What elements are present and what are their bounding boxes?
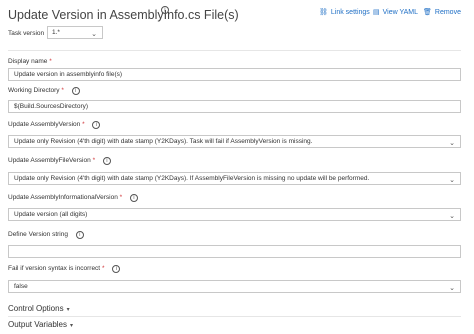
required-marker: *: [119, 194, 123, 201]
update-assembly-informational-version-label: Update AssemblyInformationalVersion *: [8, 194, 138, 202]
required-marker: *: [61, 87, 64, 94]
display-name-label-text: Display name: [8, 58, 48, 65]
update-assembly-file-version-label: Update AssemblyFileVersion *: [8, 157, 111, 165]
remove-label: Remove: [434, 9, 461, 16]
chevron-down-icon: ▾: [66, 306, 70, 313]
view-yaml-button[interactable]: ▤ View YAML: [373, 8, 418, 16]
info-icon[interactable]: [75, 231, 84, 239]
define-version-string-label-text: Define Version string: [8, 231, 68, 238]
define-version-string-label: Define Version string: [8, 231, 84, 239]
update-assembly-file-version-value: Update only Revision (4'th digit) with d…: [14, 175, 370, 182]
update-assembly-file-version-select[interactable]: Update only Revision (4'th digit) with d…: [8, 172, 461, 185]
required-marker: *: [82, 121, 85, 128]
fail-if-syntax-incorrect-select[interactable]: false ⌄: [8, 280, 461, 293]
update-assembly-informational-version-value: Update version (all digits): [14, 211, 88, 218]
task-version-select[interactable]: 1.* ⌄: [47, 26, 103, 39]
working-directory-label: Working Directory *: [8, 87, 80, 95]
chevron-down-icon: ⌄: [449, 139, 455, 147]
task-title: Update Version in AssemblyInfo.cs File(s…: [8, 8, 239, 22]
chevron-down-icon: ⌄: [91, 30, 97, 38]
fail-if-syntax-incorrect-label-text: Fail if version syntax is incorrect: [8, 265, 101, 272]
working-directory-input[interactable]: $(Build.SourcesDirectory): [8, 100, 461, 113]
info-icon[interactable]: [71, 87, 80, 95]
working-directory-label-text: Working Directory: [8, 87, 60, 94]
task-version-label: Task version: [8, 30, 45, 37]
task-version-value: 1.*: [52, 29, 60, 36]
output-variables-section[interactable]: Output Variables ▾: [8, 320, 73, 329]
divider: [8, 50, 461, 51]
required-marker: *: [49, 58, 52, 65]
info-icon[interactable]: [92, 121, 101, 129]
trash-icon: 🗑: [423, 8, 432, 16]
update-assembly-version-value: Update only Revision (4'th digit) with d…: [14, 138, 313, 145]
chevron-down-icon: ⌄: [449, 176, 455, 184]
update-assembly-version-select[interactable]: Update only Revision (4'th digit) with d…: [8, 135, 461, 148]
chevron-down-icon: ▾: [70, 322, 74, 329]
info-icon[interactable]: [102, 157, 111, 165]
document-icon: ▤: [373, 8, 380, 16]
required-marker: *: [92, 157, 96, 164]
update-assembly-informational-version-label-text: Update AssemblyInformationalVersion: [8, 194, 118, 201]
update-assembly-file-version-label-text: Update AssemblyFileVersion: [8, 157, 91, 164]
chevron-down-icon: ⌄: [449, 212, 455, 220]
view-yaml-label: View YAML: [382, 9, 419, 16]
define-version-string-input[interactable]: [8, 245, 461, 258]
fail-if-syntax-incorrect-label: Fail if version syntax is incorrect *: [8, 265, 121, 273]
required-marker: *: [101, 265, 105, 272]
display-name-input[interactable]: Update version in assemblyinfo file(s): [8, 68, 461, 81]
update-assembly-informational-version-select[interactable]: Update version (all digits) ⌄: [8, 208, 461, 221]
update-assembly-version-label: Update AssemblyVersion *: [8, 121, 101, 129]
update-assembly-version-label-text: Update AssemblyVersion: [8, 121, 81, 128]
chevron-down-icon: ⌄: [449, 284, 455, 292]
link-icon: ⛓: [319, 8, 328, 16]
link-settings-label: Link settings: [330, 9, 370, 16]
divider: [8, 316, 461, 317]
output-variables-label: Output Variables: [8, 320, 67, 329]
fail-if-syntax-incorrect-value: false: [14, 283, 28, 290]
display-name-label: Display name *: [8, 58, 52, 65]
info-icon[interactable]: [130, 194, 138, 202]
remove-button[interactable]: 🗑 Remove: [423, 8, 461, 16]
info-icon[interactable]: [161, 6, 169, 14]
link-settings-button[interactable]: ⛓ Link settings: [319, 8, 370, 16]
control-options-label: Control Options: [8, 304, 64, 313]
control-options-section[interactable]: Control Options ▾: [8, 304, 70, 313]
info-icon[interactable]: [112, 265, 121, 273]
